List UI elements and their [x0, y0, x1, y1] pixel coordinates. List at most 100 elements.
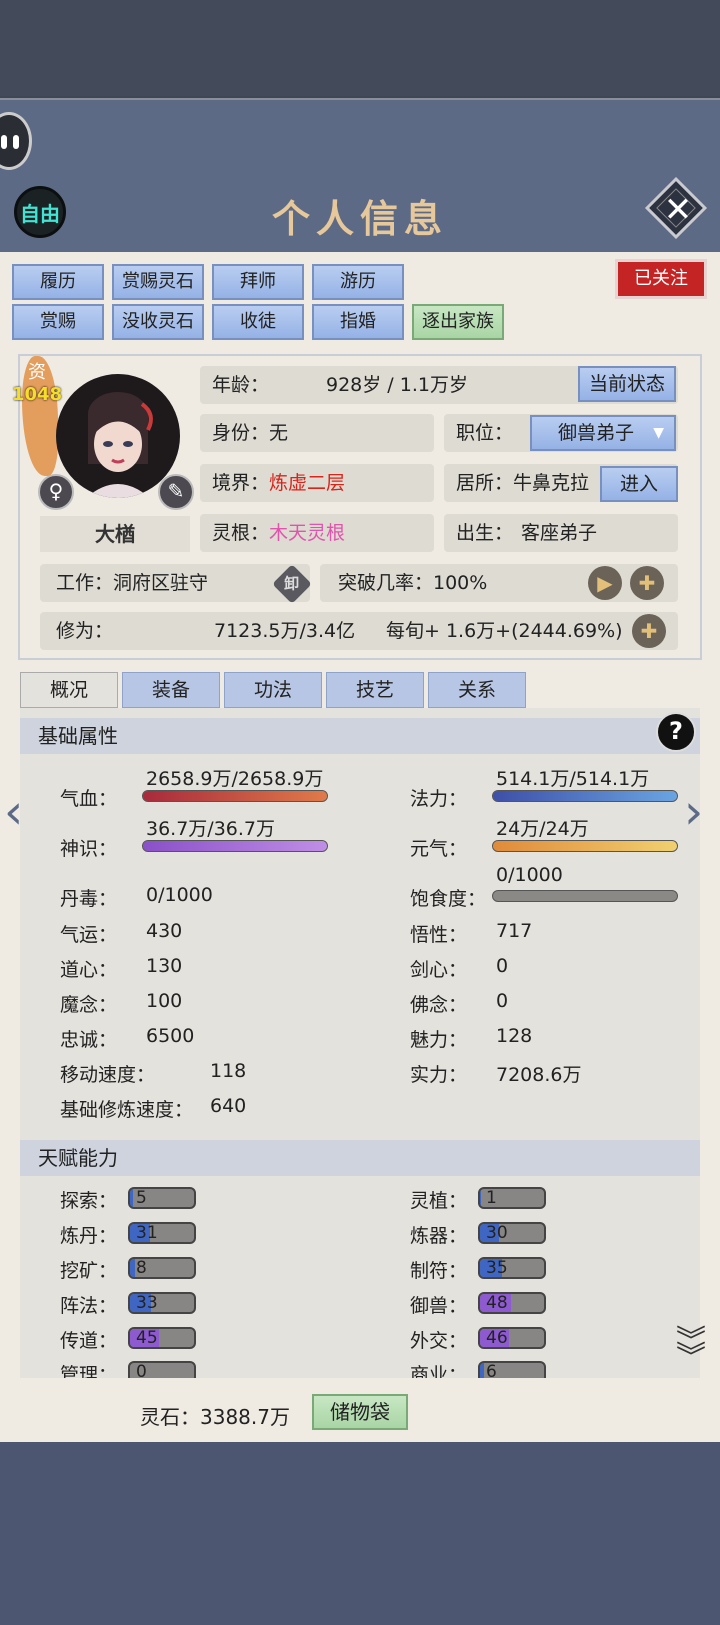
sword-value: 0 [496, 955, 509, 977]
help-icon[interactable]: ? [656, 712, 696, 752]
tab-relations[interactable]: 关系 [428, 672, 526, 708]
mine-level: 8 [128, 1257, 196, 1279]
realm-label: 境界： [212, 472, 270, 494]
position-value: 御兽弟子 [558, 422, 635, 444]
dao-value: 130 [146, 955, 183, 977]
identity-label: 身份： [212, 422, 270, 444]
apprentice-button[interactable]: 拜师 [212, 264, 304, 300]
cultivation-label: 修为： [56, 620, 114, 642]
manage-value: 0 [136, 1362, 147, 1378]
wisdom-value: 717 [496, 920, 533, 942]
next-character-arrow[interactable]: › [684, 784, 703, 840]
stats-area[interactable] [20, 708, 700, 1378]
take-disciple-button[interactable]: 收徒 [212, 304, 304, 340]
aptitude-label: 资 [28, 362, 46, 383]
aptitude-value: 1048 [12, 384, 63, 405]
followed-badge[interactable]: 已关注 [618, 262, 704, 296]
position-label: 职位： [456, 422, 514, 444]
prev-character-arrow[interactable]: ‹ [4, 784, 23, 840]
talisman-label: 制符： [410, 1260, 468, 1282]
mp-label: 法力： [410, 788, 468, 810]
formation-label: 阵法： [60, 1295, 118, 1317]
arrange-marriage-button[interactable]: 指婚 [312, 304, 404, 340]
satiety-label: 饱食度： [410, 888, 487, 910]
female-gender-icon: ♀ [38, 474, 74, 510]
expel-button[interactable]: 逐出家族 [412, 304, 504, 340]
unload-label: 卸 [284, 574, 300, 593]
close-icon[interactable]: ✕ [652, 184, 704, 236]
sense-label: 神识： [60, 838, 118, 860]
basic-attributes-header: 基础属性 [20, 718, 700, 754]
demon-value: 100 [146, 990, 183, 1012]
mp-bar [492, 790, 678, 802]
root-value: 木天灵根 [269, 522, 346, 544]
tab-overview[interactable]: 概况 [20, 672, 118, 708]
plant-level: 1 [478, 1187, 546, 1209]
beast-label: 御兽： [410, 1295, 468, 1317]
buddha-label: 佛念： [410, 994, 468, 1016]
tab-skills[interactable]: 技艺 [326, 672, 424, 708]
cultivation-rate: 每旬+ 1.6万+(2444.69%) [386, 620, 623, 642]
history-button[interactable]: 履历 [12, 264, 104, 300]
mp-value: 514.1万/514.1万 [496, 768, 650, 790]
root-label: 灵根： [212, 522, 270, 544]
brush-icon[interactable]: ✎ [158, 474, 194, 510]
realm-row: 境界：炼虚二层 [200, 464, 434, 502]
storage-bag-button[interactable]: 储物袋 [312, 1394, 408, 1430]
identity-row: 身份：无 [200, 414, 434, 452]
identity-value: 无 [269, 422, 289, 444]
mine-value: 8 [136, 1258, 147, 1278]
character-name[interactable]: 大楢 [40, 516, 190, 552]
vital-value: 24万/24万 [496, 818, 589, 840]
speed-label: 移动速度： [60, 1064, 156, 1086]
sense-bar-fill [143, 841, 327, 851]
breakthrough-text: 突破几率：100% [338, 572, 488, 594]
tab-techniques[interactable]: 功法 [224, 672, 322, 708]
birth-label: 出生： [456, 522, 514, 544]
business-label: 商业： [410, 1364, 468, 1378]
preach-level: 45 [128, 1327, 196, 1349]
play-icon[interactable]: ▶ [588, 566, 622, 600]
forge-label: 炼器： [410, 1225, 468, 1247]
position-dropdown[interactable]: 御兽弟子 ▼ [530, 415, 676, 451]
diplomacy-value: 46 [486, 1328, 508, 1348]
residence-value: 牛鼻克拉 [513, 472, 590, 494]
birth-row: 出生： 客座弟子 [444, 514, 678, 552]
reward-stone-button[interactable]: 赏赐灵石 [112, 264, 204, 300]
job-text: 工作：洞府区驻守 [56, 572, 209, 594]
scroll-down-icon[interactable]: ︾ ︾ [676, 1327, 706, 1373]
talent-clipped-row: 管理： 0 商业： 6 [20, 1360, 700, 1378]
talisman-level: 35 [478, 1257, 546, 1279]
bottom-band [0, 1442, 720, 1625]
reward-button[interactable]: 赏赐 [12, 304, 104, 340]
top-band [0, 0, 720, 96]
manage-label: 管理： [60, 1364, 118, 1378]
power-label: 实力： [410, 1064, 468, 1086]
poison-value: 0/1000 [146, 884, 213, 906]
root-row: 灵根：木天灵根 [200, 514, 434, 552]
cultivation-plus-icon[interactable]: ✚ [632, 614, 666, 648]
alchemy-label: 炼丹： [60, 1225, 118, 1247]
confiscate-stone-button[interactable]: 没收灵石 [112, 304, 204, 340]
power-value: 7208.6万 [496, 1064, 582, 1086]
age-label: 年龄： [212, 374, 270, 396]
luck-label: 气运： [60, 924, 118, 946]
hp-bar-fill [143, 791, 327, 801]
travel-button[interactable]: 游历 [312, 264, 404, 300]
current-status-button[interactable]: 当前状态 [578, 366, 676, 402]
page-title: 个人信息 [271, 196, 448, 241]
forge-level: 30 [478, 1222, 546, 1244]
age-value: 928岁 / 1.1万岁 [326, 374, 468, 396]
hp-label: 气血： [60, 788, 118, 810]
explore-fill [130, 1189, 134, 1207]
talisman-value: 35 [486, 1258, 508, 1278]
mine-label: 挖矿： [60, 1260, 118, 1282]
train-speed-label: 基础修炼速度： [60, 1099, 194, 1121]
plant-fill [480, 1189, 481, 1207]
cultivation-row: 修为： 7123.5万/3.4亿 每旬+ 1.6万+(2444.69%) [40, 612, 678, 650]
job-row: 工作：洞府区驻守 [40, 564, 310, 602]
enter-residence-button[interactable]: 进入 [600, 466, 678, 502]
sword-label: 剑心： [410, 959, 468, 981]
plus-icon[interactable]: ✚ [630, 566, 664, 600]
tab-equipment[interactable]: 装备 [122, 672, 220, 708]
